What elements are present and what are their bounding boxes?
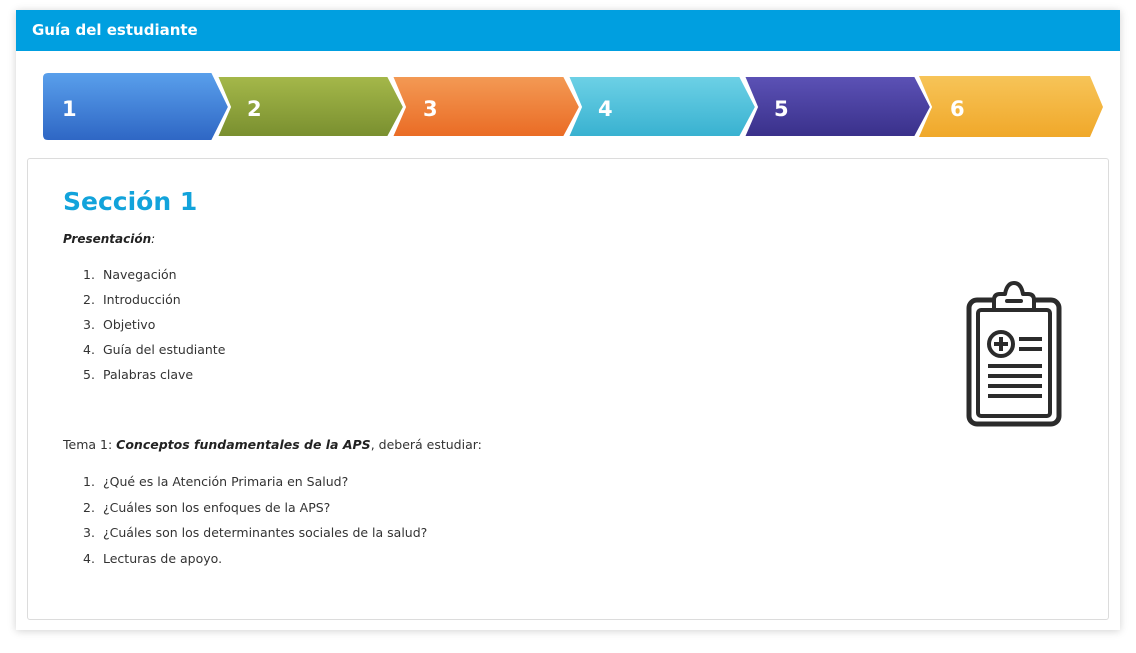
tab-4[interactable]: 4 [566,75,758,138]
tab-4-shape [566,75,758,138]
list-item-text: Navegación [103,267,177,282]
tabs-svg: 6 5 4 3 2 1 [41,71,1103,142]
list-item-number: 3. [83,317,95,332]
list-item-number: 1. [83,267,95,282]
list-item-number: 4. [83,342,95,357]
presentation-list: 1. Navegación 2. Introducción 3. Objetivo 4… [63,267,225,392]
topic-list: 1. ¿Qué es la Atención Primaria en Salud?… [63,474,427,576]
list-item-number: 3. [83,525,95,540]
tab-5-shape [742,75,933,138]
clipboard-medical-icon [966,281,1062,427]
tab-6-label: 6 [950,97,965,121]
list-item-text: ¿Cuáles son los enfoques de la APS? [103,499,331,515]
tab-6[interactable]: 6 [919,76,1103,137]
list-item: 2. ¿Cuáles son los enfoques de la APS? [63,500,427,526]
tab-3[interactable]: 3 [390,75,582,138]
list-item-text: Lecturas de apoyo. [103,550,223,566]
tab-1-label: 1 [62,97,77,121]
presentation-text: Presentación [63,232,152,246]
topic-line: Tema 1: Conceptos fundamentales de la AP… [63,437,482,452]
list-item: 4. Lecturas de apoyo. [63,551,427,577]
list-item-number: 2. [83,499,95,515]
list-item: 5. Palabras clave [63,367,225,392]
section-tabs: 6 5 4 3 2 1 [0,0,1136,150]
topic-suffix: , deberá estudiar: [370,437,482,452]
list-item: 4. Guía del estudiante [63,342,225,367]
tab-2-label: 2 [247,97,262,121]
list-item-number: 2. [83,292,95,307]
list-item-text: Objetivo [103,317,156,332]
tab-2[interactable]: 2 [215,75,406,138]
list-item: 2. Introducción [63,292,225,317]
list-item: 1. ¿Qué es la Atención Primaria en Salud? [63,474,427,500]
list-item-number: 1. [83,474,95,489]
topic-title: Conceptos fundamentales de la APS [116,437,371,452]
tab-5-label: 5 [774,97,789,121]
tab-4-label: 4 [598,97,613,121]
list-item-text: ¿Cuáles son los determinantes sociales d… [103,525,428,540]
list-item-text: Introducción [103,292,181,307]
list-item-number: 5. [83,367,95,382]
tab-1[interactable]: 1 [41,71,231,142]
list-item-text: ¿Qué es la Atención Primaria en Salud? [103,474,349,489]
presentation-label: Presentación: [63,232,155,246]
section-panel: Sección 1 Presentación: 1. Navegación 2. I… [27,158,1109,620]
list-item: 3. Objetivo [63,317,225,342]
tab-6-shape [919,76,1103,137]
section-title: Sección 1 [63,187,198,216]
list-item-text: Palabras clave [103,367,194,382]
list-item: 1. Navegación [63,267,225,292]
list-item-number: 4. [83,550,95,566]
tab-3-label: 3 [423,97,438,121]
list-item: 3. ¿Cuáles son los determinantes sociales… [63,525,427,551]
list-item-text: Guía del estudiante [103,342,226,357]
tab-5[interactable]: 5 [742,75,933,138]
topic-prefix: Tema 1: [63,437,117,452]
presentation-colon: : [151,232,156,246]
tab-2-shape [215,75,406,138]
tab-3-shape [390,75,582,138]
